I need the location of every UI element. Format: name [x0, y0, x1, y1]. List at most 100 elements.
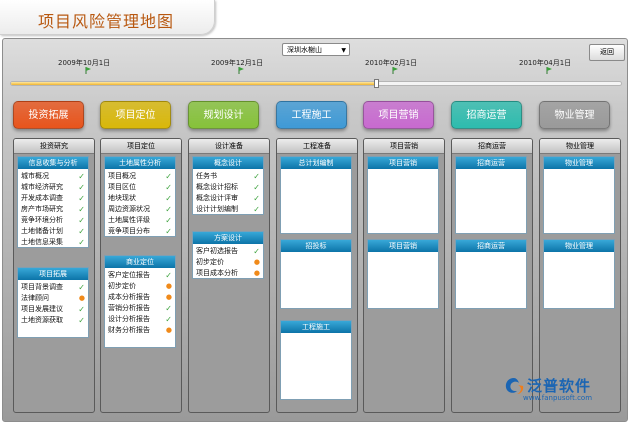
task-label: 设计计划编制 — [196, 205, 238, 213]
panel-items — [456, 252, 526, 254]
panel-header[interactable]: 工程施工 — [281, 321, 351, 333]
panel-items — [544, 169, 614, 171]
task-label: 项目发展建议 — [21, 305, 63, 313]
task-item[interactable]: 开发成本调查 ✓ — [21, 193, 86, 204]
panel-header[interactable]: 概念设计 — [193, 157, 263, 169]
task-label: 客户定位报告 — [108, 271, 150, 279]
task-item[interactable]: 城市概况 ✓ — [21, 171, 86, 182]
task-panel: 方案设计客户初选报告 ✓ 初步定价 ● 项目成本分析 ● — [192, 231, 264, 279]
task-label: 土地属性评级 — [108, 216, 150, 224]
panel-header[interactable]: 方案设计 — [193, 232, 263, 244]
task-label: 成本分析报告 — [108, 293, 150, 301]
check-icon: ✓ — [78, 172, 85, 181]
task-item[interactable]: 财务分析报告 ● — [108, 325, 173, 336]
task-item[interactable]: 项目概况 ✓ — [108, 171, 173, 182]
task-label: 概念设计招标 — [196, 183, 238, 191]
title-tab: 项目风险管理地图 — [0, 0, 215, 35]
task-item[interactable]: 竞争项目分布 ✓ — [108, 226, 173, 237]
back-button[interactable]: 返回 — [589, 44, 625, 61]
circle-icon: ● — [165, 282, 172, 290]
panel-header[interactable]: 项目营销 — [368, 240, 438, 252]
task-item[interactable]: 任务书 ✓ — [196, 171, 261, 182]
brand-name: 泛普软件 — [527, 377, 592, 395]
task-item[interactable]: 城市经济研究 ✓ — [21, 182, 86, 193]
panel-items: 任务书 ✓ 概念设计招标 ✓ 概念设计评审 ✓ 设计计划编制 ✓ — [193, 169, 263, 215]
task-label: 城市概况 — [21, 172, 49, 180]
task-item[interactable]: 初步定价 ● — [108, 281, 173, 292]
panel-header[interactable]: 项目营销 — [368, 157, 438, 169]
task-item[interactable]: 成本分析报告 ● — [108, 292, 173, 303]
task-item[interactable]: 土地属性评级 ✓ — [108, 215, 173, 226]
task-item[interactable]: 设计分析报告 ✓ — [108, 314, 173, 325]
phase-button[interactable]: 项目营销 — [363, 101, 434, 129]
phase-button[interactable]: 工程施工 — [276, 101, 347, 129]
risk-map-board: 深圳水榭山 ▼ 返回 2009年10月1日 2009年12月1日 2010年02月1… — [2, 38, 628, 422]
phase-column: 招商运营 招商运营 招商运营 — [451, 138, 533, 413]
timeline-track[interactable] — [10, 79, 622, 88]
task-item[interactable]: 客户初选报告 ✓ — [196, 246, 261, 257]
task-panel: 土地属性分析 项目概况 ✓ 项目区位 ✓ 地块现状 ✓ 周边资源状况 ✓ 土地属性评级 ✓ 竞争项目分… — [104, 156, 176, 237]
phase-button[interactable]: 规划设计 — [188, 101, 259, 129]
task-item[interactable]: 土地资源获取 ✓ — [21, 315, 86, 326]
panel-header[interactable]: 项目拓展 — [18, 268, 88, 280]
task-item[interactable]: 初步定价 ● — [196, 257, 261, 268]
panel-header[interactable]: 总计划编制 — [281, 157, 351, 169]
panel-header[interactable]: 招投标 — [281, 240, 351, 252]
task-item[interactable]: 项目背景调查 ✓ — [21, 282, 86, 293]
panel-header[interactable]: 商业定位 — [105, 256, 175, 268]
task-label: 项目概况 — [108, 172, 136, 180]
check-icon: ✓ — [165, 315, 172, 324]
task-item[interactable]: 土地储备计划 ✓ — [21, 226, 86, 237]
task-item[interactable]: 营销分析报告 ✓ — [108, 303, 173, 314]
panel-items — [281, 333, 351, 335]
task-item[interactable]: 概念设计招标 ✓ — [196, 182, 261, 193]
panel-header[interactable]: 土地属性分析 — [105, 157, 175, 169]
task-item[interactable]: 竞争环境分析 ✓ — [21, 215, 86, 226]
panel-items: 客户定位报告 ✓ 初步定价 ● 成本分析报告 ● 营销分析报告 ✓ 设计分析报告 ✓ 财务分析报告 ● — [105, 268, 175, 336]
task-item[interactable]: 周边资源状况 ✓ — [108, 204, 173, 215]
phase-column: 项目营销 项目营销 项目营销 — [363, 138, 445, 413]
task-label: 房产市场研究 — [21, 205, 63, 213]
task-label: 项目背景调查 — [21, 283, 63, 291]
timeline-progress — [11, 82, 377, 85]
check-icon: ✓ — [78, 194, 85, 203]
project-select[interactable]: 深圳水榭山 ▼ — [282, 43, 350, 56]
column-header: 项目营销 — [364, 139, 444, 154]
chevron-down-icon: ▼ — [341, 47, 346, 54]
check-icon: ✓ — [165, 194, 172, 203]
task-item[interactable]: 项目成本分析 ● — [196, 268, 261, 279]
task-item[interactable]: 概念设计评审 ✓ — [196, 193, 261, 204]
flag-icon — [546, 67, 553, 74]
task-item[interactable]: 客户定位报告 ✓ — [108, 270, 173, 281]
phase-button[interactable]: 物业管理 — [539, 101, 610, 129]
timeline-slider-handle[interactable] — [374, 79, 379, 88]
task-panel: 项目营销 — [367, 156, 439, 234]
task-item[interactable]: 地块现状 ✓ — [108, 193, 173, 204]
phase-button[interactable]: 招商运营 — [451, 101, 522, 129]
panel-header[interactable]: 信息收集与分析 — [18, 157, 88, 169]
task-item[interactable]: 房产市场研究 ✓ — [21, 204, 86, 215]
panel-header[interactable]: 物业管理 — [544, 240, 614, 252]
task-panel: 项目拓展 项目背景调查 ✓ 法律顾问 ● 项目发展建议 ✓ 土地资源获取 ✓ — [17, 267, 89, 338]
phase-button[interactable]: 项目定位 — [100, 101, 171, 129]
column-header: 项目定位 — [101, 139, 181, 154]
phase-column: 项目定位 土地属性分析 项目概况 ✓ 项目区位 ✓ 地块现状 ✓ 周边资源状况 ✓ 土地属性评级 ✓ 竞… — [100, 138, 182, 413]
task-label: 项目成本分析 — [196, 269, 238, 277]
task-item[interactable]: 设计计划编制 ✓ — [196, 204, 261, 215]
task-item[interactable]: 土地信息采集 ✓ — [21, 237, 86, 248]
check-icon: ✓ — [165, 304, 172, 313]
panel-header[interactable]: 招商运营 — [456, 240, 526, 252]
circle-icon: ● — [78, 294, 85, 302]
check-icon: ✓ — [165, 227, 172, 236]
column-header: 招商运营 — [452, 139, 532, 154]
panel-header[interactable]: 招商运营 — [456, 157, 526, 169]
task-item[interactable]: 法律顾问 ● — [21, 293, 86, 304]
task-panel: 商业定位 客户定位报告 ✓ 初步定价 ● 成本分析报告 ● 营销分析报告 ✓ 设计分析报告 ✓ 财务分… — [104, 255, 176, 348]
phase-button[interactable]: 投资拓展 — [13, 101, 84, 129]
panel-header[interactable]: 物业管理 — [544, 157, 614, 169]
panel-items: 项目背景调查 ✓ 法律顾问 ● 项目发展建议 ✓ 土地资源获取 ✓ — [18, 280, 88, 326]
task-item[interactable]: 项目发展建议 ✓ — [21, 304, 86, 315]
task-item[interactable]: 项目区位 ✓ — [108, 182, 173, 193]
task-panel: 项目营销 — [367, 239, 439, 309]
column-header: 物业管理 — [540, 139, 620, 154]
